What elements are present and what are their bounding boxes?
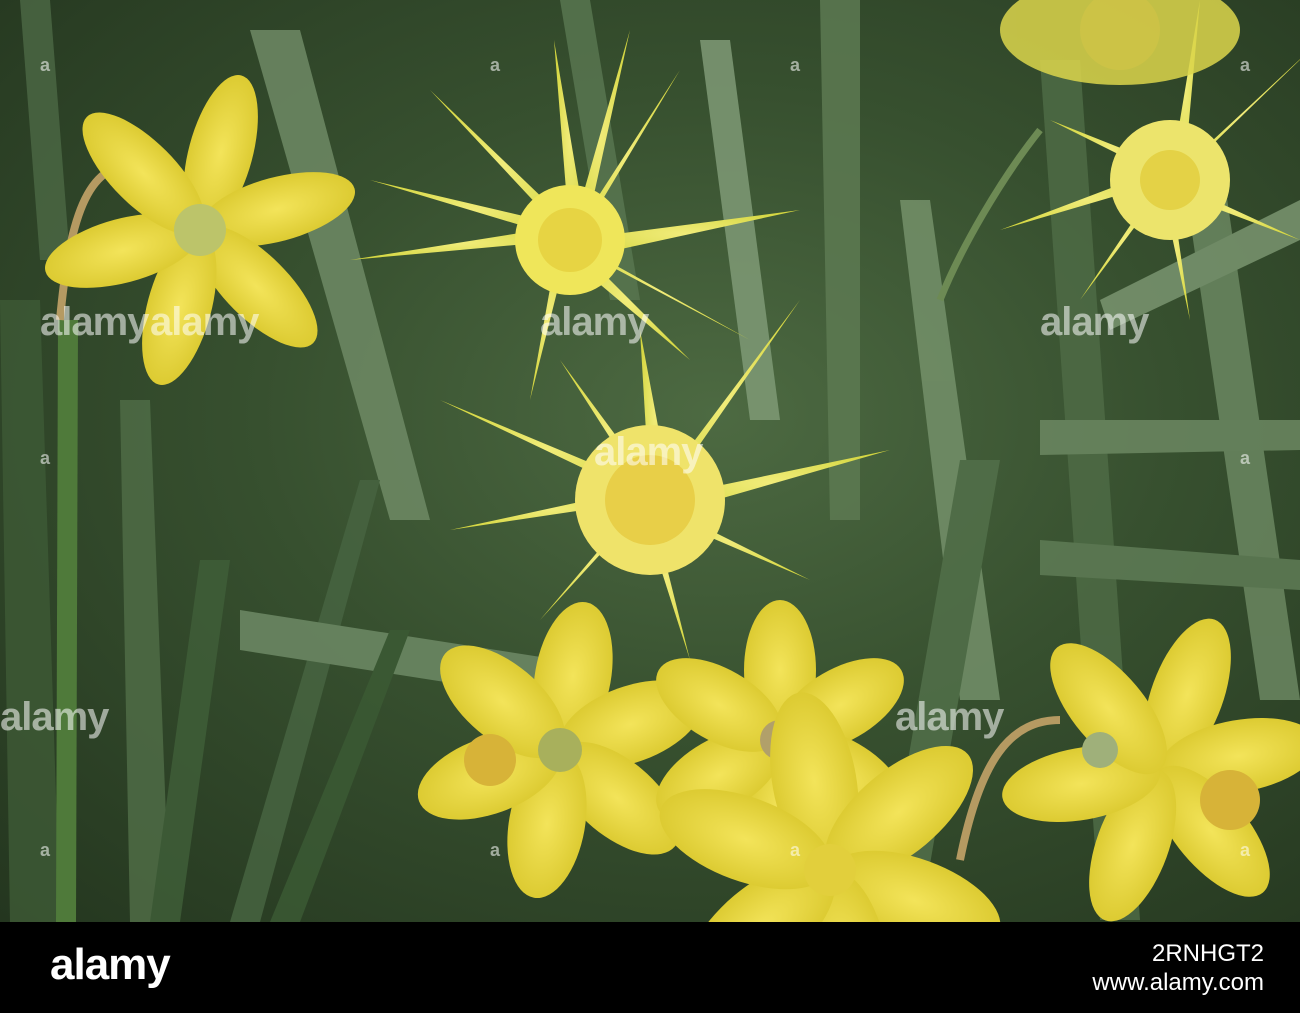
footer-image-id: 2RNHGT2 <box>1151 940 1264 967</box>
watermark-marker: a <box>490 55 501 75</box>
watermark-logo: alamy <box>594 430 703 474</box>
watermark-marker: a <box>490 840 501 860</box>
footer-brand-logo: alamy <box>50 940 171 989</box>
stock-footer-bar: alamy 2RNHGT2 www.alamy.com <box>0 922 1300 1013</box>
watermark-logo: alamy <box>895 695 1004 739</box>
double-daffodil-far-top-right <box>1000 0 1240 85</box>
watermark-marker: a <box>790 840 801 860</box>
watermark-marker: a <box>1240 55 1251 75</box>
watermark-logo: alamy <box>150 300 259 344</box>
watermark-logo: alamy <box>0 695 109 739</box>
footer-image-info: 2RNHGT2 www.alamy.com <box>1092 940 1264 998</box>
watermark-logo: alamy <box>540 300 649 344</box>
daffodil-bottom-left <box>417 601 703 899</box>
watermark-marker: a <box>1240 840 1251 860</box>
watermark-logo: alamy <box>40 300 149 344</box>
watermark-marker: a <box>40 55 51 75</box>
double-daffodil-center <box>440 300 890 660</box>
watermark-marker: a <box>40 448 51 468</box>
watermark-marker: a <box>40 840 51 860</box>
watermark-marker: a <box>790 55 801 75</box>
footer-site-url: www.alamy.com <box>1092 969 1264 996</box>
daffodil-photo: alamy alamy alamy alamy alamy alamy alam… <box>0 0 1300 922</box>
watermark-marker: a <box>1240 448 1251 468</box>
watermark-logo: alamy <box>1040 300 1149 344</box>
